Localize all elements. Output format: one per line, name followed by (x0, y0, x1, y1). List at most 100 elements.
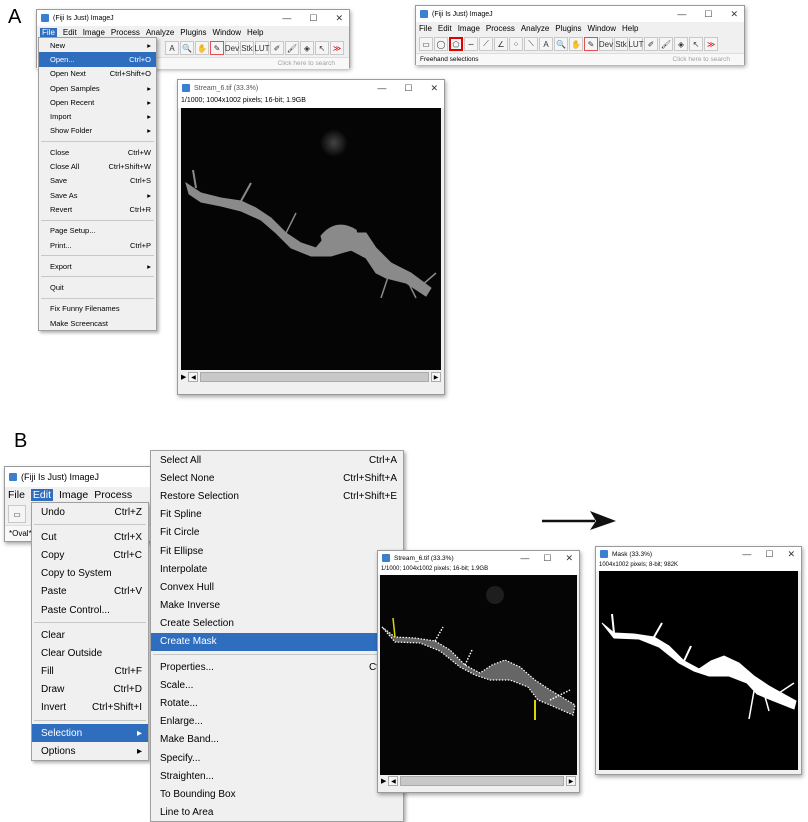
image-canvas[interactable] (181, 108, 441, 370)
menu-item-revert[interactable]: Revert Ctrl+R (39, 202, 156, 216)
more-tool-icon[interactable]: ≫ (330, 41, 344, 55)
menu-item-import[interactable]: Import ▸ (39, 109, 156, 123)
polygon-tool-icon[interactable]: ⬠ (449, 37, 463, 51)
maximize-button[interactable]: ☐ (704, 9, 712, 20)
menu-item-fit-spline[interactable]: Fit Spline (151, 506, 403, 524)
menu-item-save-as[interactable]: Save As ▸ (39, 188, 156, 202)
minimize-button[interactable]: — (520, 553, 529, 563)
close-button[interactable]: ✕ (787, 549, 795, 560)
magnifier-tool-icon[interactable]: 🔍 (554, 37, 568, 51)
wand-tool-icon[interactable]: ⟍ (524, 37, 538, 51)
flood-fill-tool-icon[interactable]: ◈ (674, 37, 688, 51)
menu-item-select-all[interactable]: Select All Ctrl+A (151, 451, 403, 469)
search-field[interactable]: Click here to search (278, 60, 345, 67)
menu-help[interactable]: Help (247, 28, 263, 37)
menu-item-open[interactable]: Open... Ctrl+O (39, 52, 156, 67)
menu-item-make-inverse[interactable]: Make Inverse (151, 597, 403, 615)
menu-file[interactable]: File (40, 28, 57, 37)
text-tool-icon[interactable]: A (539, 37, 553, 51)
menu-item-create-mask[interactable]: Create Mask (151, 632, 403, 652)
point-tool-icon[interactable]: ⁘ (509, 37, 523, 51)
menu-analyze[interactable]: Analyze (146, 28, 174, 37)
minimize-button[interactable]: — (377, 83, 386, 93)
menu-item-fix-funny-filenames[interactable]: Fix Funny Filenames (39, 302, 156, 316)
menu-item-open-next[interactable]: Open Next Ctrl+Shift+O (39, 67, 156, 81)
close-button[interactable]: ✕ (430, 83, 438, 94)
menu-item-rotate[interactable]: Rotate... (151, 694, 403, 712)
menu-item-properties[interactable]: Properties...Ctrl+Y (151, 658, 403, 676)
freehand-tool-icon[interactable]: ∽ (464, 37, 478, 51)
menu-item-page-setup[interactable]: Page Setup... (39, 224, 156, 238)
angle-tool-icon[interactable]: ∠ (494, 37, 508, 51)
arrow-tool-icon[interactable]: ↖ (689, 37, 703, 51)
menu-plugins[interactable]: Plugins (555, 24, 581, 33)
dev-tool-icon[interactable]: Dev (599, 37, 613, 51)
menu-window[interactable]: Window (588, 24, 616, 33)
menu-edit[interactable]: Edit (438, 24, 452, 33)
menu-item-selection[interactable]: Selection ▸ (32, 724, 148, 743)
maximize-button[interactable]: ☐ (765, 549, 773, 560)
play-icon[interactable]: ▶ (181, 373, 186, 381)
menu-item-close-all[interactable]: Close All Ctrl+Shift+W (39, 159, 156, 173)
line-tool-icon[interactable]: ⟋ (479, 37, 493, 51)
menu-item-clear-outside[interactable]: Clear Outside (32, 644, 148, 662)
maximize-button[interactable]: ☐ (404, 83, 412, 94)
menu-item-paste-control[interactable]: Paste Control... (32, 601, 148, 619)
menu-item-quit[interactable]: Quit (39, 280, 156, 294)
search-field[interactable]: Click here to search (673, 56, 740, 63)
menu-item-options[interactable]: Options ▸ (32, 742, 148, 760)
color-picker-tool-icon[interactable]: ✎ (584, 37, 598, 51)
maximize-button[interactable]: ☐ (309, 13, 317, 24)
mask-canvas[interactable] (599, 571, 798, 770)
menu-file[interactable]: File (8, 489, 25, 501)
menu-item-clear[interactable]: Clear (32, 626, 148, 644)
menu-image[interactable]: Image (83, 28, 105, 37)
scroll-left-button[interactable]: ◀ (388, 776, 399, 786)
menu-item-restore-selection[interactable]: Restore Selection Ctrl+Shift+E (151, 487, 403, 505)
magnifier-tool-icon[interactable]: 🔍 (180, 41, 194, 55)
play-icon[interactable]: ▶ (381, 777, 386, 785)
menu-analyze[interactable]: Analyze (521, 24, 549, 33)
menu-item-interpolate[interactable]: Interpolate (151, 560, 403, 578)
menu-item-invert[interactable]: Invert Ctrl+Shift+I (32, 699, 148, 717)
menu-item-fit-ellipse[interactable]: Fit Ellipse (151, 542, 403, 560)
arrow-tool-icon[interactable]: ↖ (315, 41, 329, 55)
menu-edit[interactable]: Edit (30, 489, 54, 501)
menu-item-show-folder[interactable]: Show Folder ▸ (39, 124, 156, 138)
stk-tool-icon[interactable]: Stk (240, 41, 254, 55)
lut-tool-icon[interactable]: LUT (628, 37, 644, 51)
menu-item-line-to-area[interactable]: Line to Area (151, 804, 403, 821)
menu-item-fit-circle[interactable]: Fit Circle (151, 524, 403, 542)
hand-tool-icon[interactable]: ✋ (195, 41, 209, 55)
minimize-button[interactable]: — (282, 13, 291, 23)
menu-item-make-screencast[interactable]: Make Screencast (39, 316, 156, 330)
menu-item-make-band[interactable]: Make Band... (151, 731, 403, 749)
menu-process[interactable]: Process (486, 24, 515, 33)
menu-item-print[interactable]: Print... Ctrl+P (39, 238, 156, 252)
color-picker-tool-icon[interactable]: ✎ (210, 41, 224, 55)
oval-tool-icon[interactable]: ◯ (434, 37, 448, 51)
pencil-tool-icon[interactable]: ✐ (644, 37, 658, 51)
menu-item-close[interactable]: Close Ctrl+W (39, 145, 156, 159)
hand-tool-icon[interactable]: ✋ (569, 37, 583, 51)
stack-slider[interactable]: ▶ ◀ ▶ (378, 775, 579, 787)
dev-tool-icon[interactable]: Dev (225, 41, 239, 55)
menu-item-create-selection[interactable]: Create Selection (151, 615, 403, 633)
minimize-button[interactable]: — (677, 9, 686, 19)
menu-item-copy[interactable]: Copy Ctrl+C (32, 546, 148, 564)
menu-item-paste[interactable]: Paste Ctrl+V (32, 583, 148, 601)
scroll-right-button[interactable]: ▶ (566, 776, 576, 786)
menu-item-fill[interactable]: Fill Ctrl+F (32, 663, 148, 681)
scroll-track[interactable] (400, 776, 564, 786)
menu-process[interactable]: Process (94, 489, 132, 501)
stack-slider[interactable]: ▶ ◀ ▶ (178, 370, 444, 384)
menu-item-enlarge[interactable]: Enlarge... (151, 713, 403, 731)
menu-item-select-none[interactable]: Select None Ctrl+Shift+A (151, 469, 403, 487)
pencil-tool-icon[interactable]: ✐ (270, 41, 284, 55)
more-tool-icon[interactable]: ≫ (704, 37, 718, 51)
menu-plugins[interactable]: Plugins (180, 28, 206, 37)
lut-tool-icon[interactable]: LUT (254, 41, 270, 55)
menu-item-scale[interactable]: Scale... (151, 676, 403, 694)
menu-item-convex-hull[interactable]: Convex Hull (151, 578, 403, 596)
menu-process[interactable]: Process (111, 28, 140, 37)
